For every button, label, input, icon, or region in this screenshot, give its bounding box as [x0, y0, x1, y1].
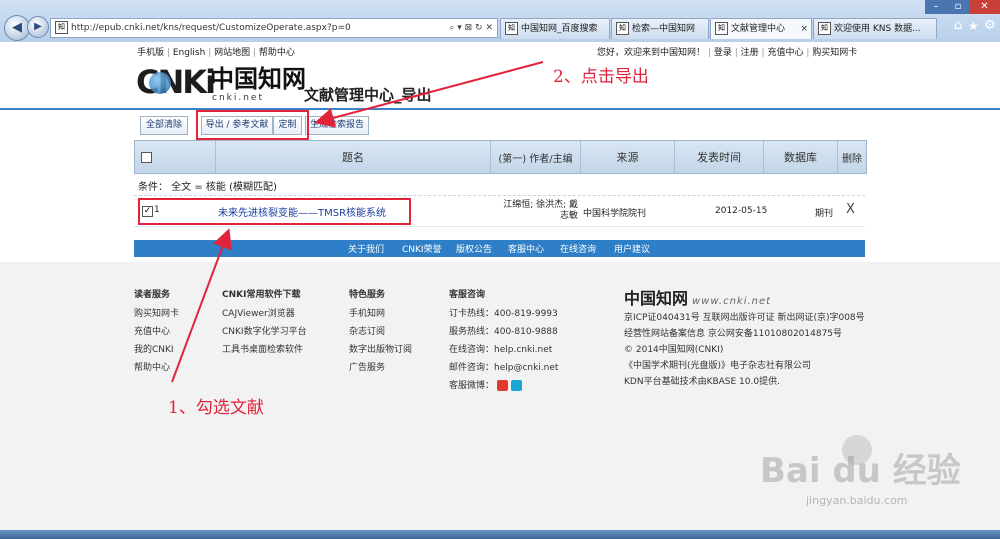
paw-icon	[842, 435, 872, 465]
watermark-url: jingyan.baidu.com	[806, 494, 908, 507]
annotation-step2: 2、点击导出	[553, 67, 649, 87]
annotation-step1: 1、勾选文献	[168, 398, 264, 418]
arrow-step2	[314, 61, 544, 128]
arrow-step1	[171, 228, 232, 383]
taskbar	[0, 530, 1000, 539]
